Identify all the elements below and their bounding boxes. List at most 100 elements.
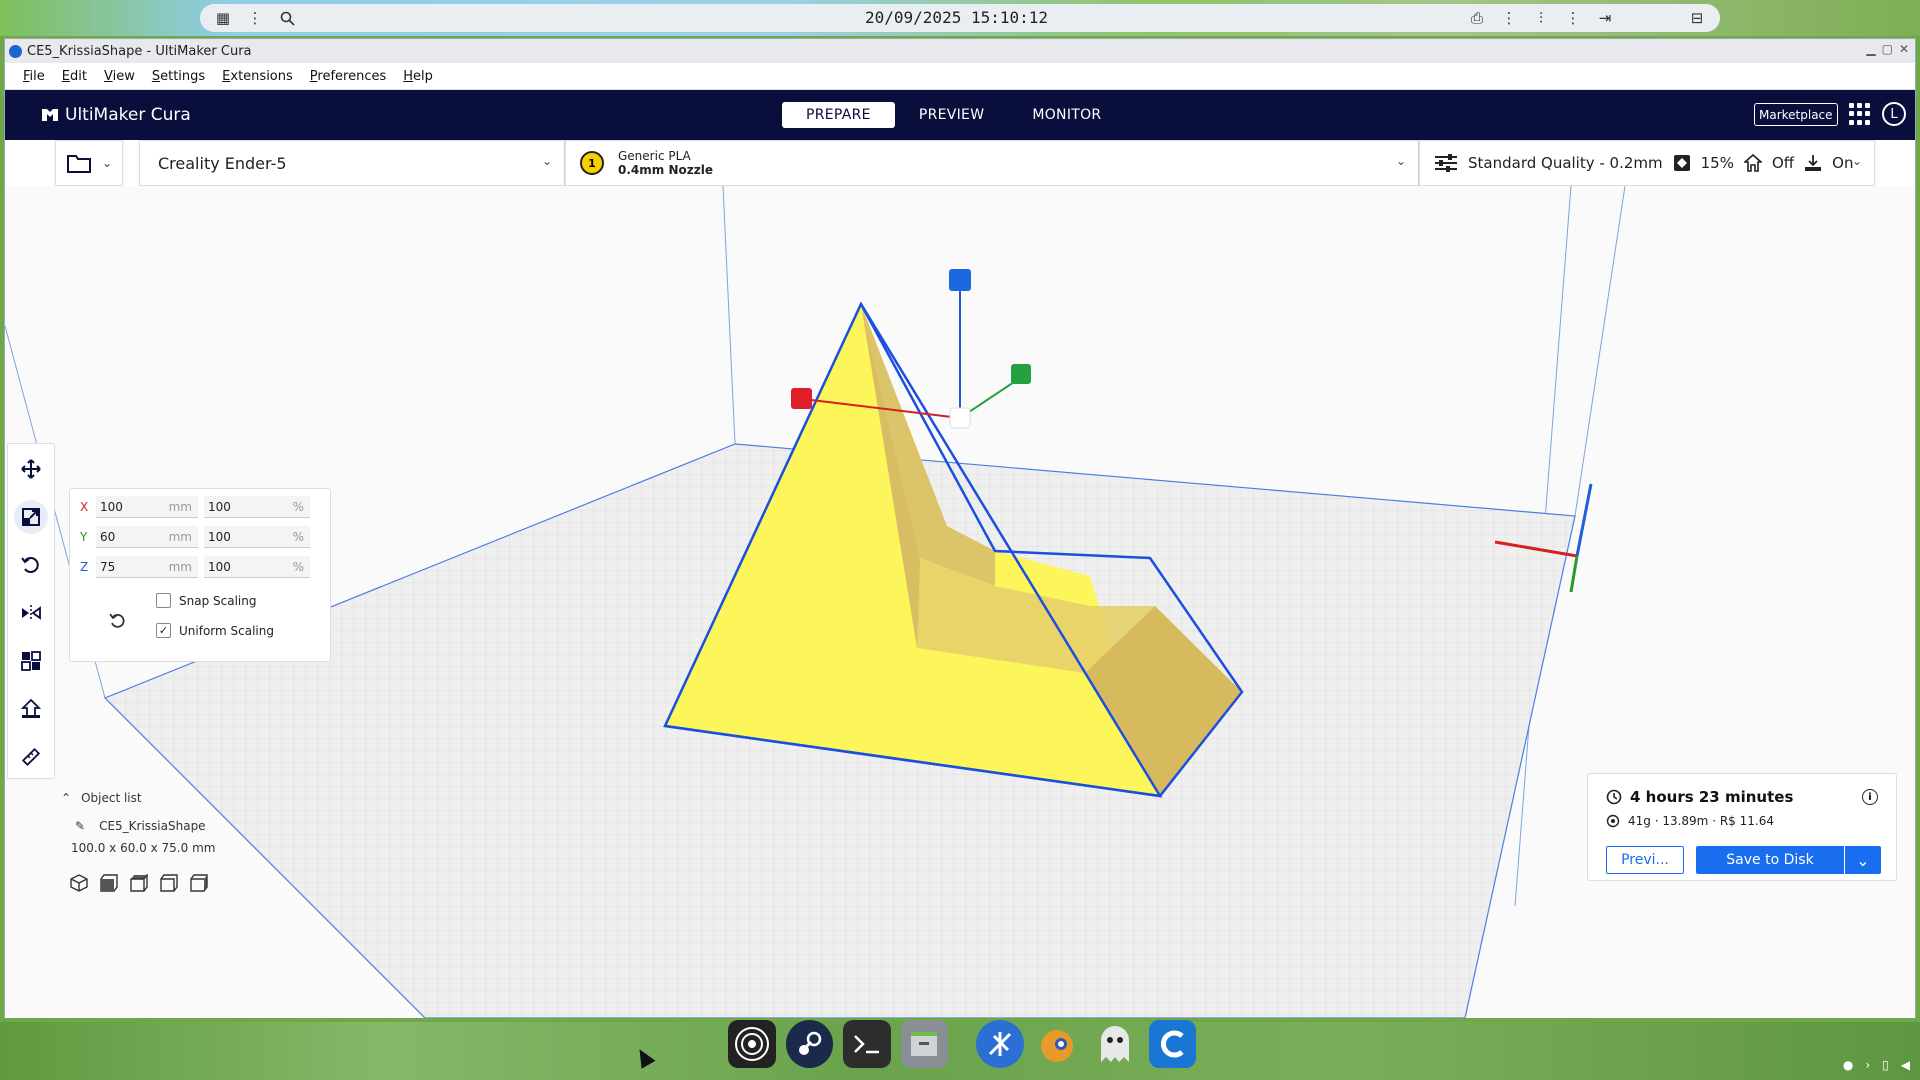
blender-icon[interactable]: [1034, 1020, 1082, 1068]
x-scale-handle[interactable]: [791, 388, 812, 409]
y-percent-input[interactable]: 100 %: [204, 526, 310, 548]
print-settings-selector[interactable]: Standard Quality - 0.2mm 15% Off On ⌄: [1419, 140, 1875, 186]
preview-button[interactable]: Previ...: [1606, 846, 1684, 874]
scale-tool[interactable]: [14, 500, 48, 534]
window-titlebar[interactable]: CE5_KrissiaShape - UltiMaker Cura ▁ ▢ ✕: [5, 39, 1915, 63]
axis-label-x: X: [80, 500, 89, 514]
percent-unit: %: [292, 529, 304, 544]
kebab-menu-icon[interactable]: ⋮: [1564, 9, 1582, 27]
terminal-icon[interactable]: [843, 1020, 891, 1068]
tab-prepare[interactable]: PREPARE: [782, 102, 895, 128]
close-icon[interactable]: ✕: [1899, 42, 1909, 56]
search-icon[interactable]: [278, 9, 296, 27]
volume-icon[interactable]: ◀: [1901, 1058, 1910, 1072]
krita-icon[interactable]: [976, 1020, 1024, 1068]
menu-file[interactable]: File: [17, 69, 56, 84]
scale-row-z: Z 75 mm 100 %: [80, 555, 310, 579]
menu-extensions[interactable]: Extensions: [216, 69, 304, 84]
mirror-tool[interactable]: [14, 596, 48, 630]
y-axis-indicator: [1569, 555, 1579, 593]
mirror-icon: [22, 605, 41, 621]
apps-grid-icon[interactable]: [1849, 103, 1871, 125]
clipboard-icon[interactable]: ▯: [1882, 1058, 1889, 1072]
estimated-time: 4 hours 23 minutes: [1606, 788, 1793, 806]
menu-help[interactable]: Help: [397, 69, 444, 84]
x-mm-input[interactable]: 100 mm: [96, 496, 198, 518]
steam-icon[interactable]: [785, 1020, 833, 1068]
ghost-icon[interactable]: [1091, 1020, 1139, 1068]
build-volume-edge: [1574, 186, 1626, 517]
support-blocker-tool[interactable]: [14, 692, 48, 726]
estimated-time-value: 4 hours 23 minutes: [1630, 788, 1794, 806]
menu-view[interactable]: View: [98, 69, 146, 84]
open-file-button[interactable]: ⌄: [55, 140, 123, 186]
support-icon: [1743, 154, 1762, 172]
build-volume-edge: [722, 186, 736, 445]
files-icon[interactable]: [900, 1020, 948, 1068]
obs-icon[interactable]: [728, 1020, 776, 1068]
uniform-scaling-checkbox[interactable]: ✓: [156, 623, 171, 638]
print-action-panel: 4 hours 23 minutes i 41g · 13.89m · R$ 1…: [1587, 773, 1897, 881]
drive-icon[interactable]: ⊟: [1688, 9, 1706, 27]
tab-monitor[interactable]: MONITOR: [1008, 102, 1125, 128]
view-right-button[interactable]: [189, 873, 209, 893]
maximize-icon[interactable]: ▢: [1882, 42, 1893, 56]
cura-icon[interactable]: [1148, 1020, 1196, 1068]
object-list-panel: ⌃ Object list ✎ CE5_KrissiaShape 100.0 x…: [61, 791, 321, 893]
chevron-up-icon: ⌃: [61, 791, 72, 805]
tab-preview[interactable]: PREVIEW: [895, 102, 1009, 128]
object-list-item[interactable]: ✎ CE5_KrissiaShape: [61, 819, 321, 833]
axis-label-y: Y: [80, 530, 88, 544]
save-options-dropdown[interactable]: ⌄: [1845, 846, 1881, 874]
uniform-scaling-option[interactable]: ✓ Uniform Scaling: [156, 623, 274, 638]
snap-scaling-option[interactable]: Snap Scaling: [156, 593, 256, 608]
view-front-button[interactable]: [99, 873, 119, 893]
menu-preferences[interactable]: Preferences: [304, 69, 397, 84]
material-selector[interactable]: 1 Generic PLA 0.4mm Nozzle ⌄: [565, 140, 1419, 186]
logout-icon[interactable]: ⇥: [1596, 9, 1614, 27]
printer-tray-icon[interactable]: ⎙: [1468, 9, 1486, 27]
z-scale-handle[interactable]: [949, 269, 971, 291]
printer-selector[interactable]: Creality Ender-5 ⌄: [139, 140, 565, 186]
chevron-right-icon[interactable]: ›: [1865, 1058, 1870, 1072]
estimated-material: 41g · 13.89m · R$ 11.64: [1606, 814, 1774, 828]
z-mm-input[interactable]: 75 mm: [96, 556, 198, 578]
view-left-button[interactable]: [159, 873, 179, 893]
rotate-tool[interactable]: [14, 548, 48, 582]
y-mm-input[interactable]: 60 mm: [96, 526, 198, 548]
z-mm-value: 75: [100, 559, 116, 574]
move-tool[interactable]: [14, 452, 48, 486]
object-list-toggle[interactable]: ⌃ Object list: [61, 791, 321, 805]
system-top-panel: ▦ ⋮ 20/09/2025 15:10:12 ⎙ ⋮ ⫶ ⋮ ⇥ ⊟: [200, 4, 1720, 32]
system-clock[interactable]: 20/09/2025 15:10:12: [865, 8, 1048, 27]
per-model-settings-icon: [21, 651, 41, 671]
menu-settings[interactable]: Settings: [146, 69, 216, 84]
menu-bar: File Edit View Settings Extensions Prefe…: [5, 63, 1915, 90]
account-avatar[interactable]: L: [1882, 102, 1906, 126]
equalizer-icon[interactable]: ⫶: [1532, 9, 1550, 27]
view-top-button[interactable]: [129, 873, 149, 893]
view-3d-button[interactable]: [69, 873, 89, 893]
app-grid-icon[interactable]: ▦: [214, 9, 232, 27]
save-to-disk-button[interactable]: Save to Disk: [1696, 846, 1844, 874]
y-scale-handle[interactable]: [1011, 364, 1031, 384]
per-model-settings-tool[interactable]: [14, 644, 48, 678]
kebab-menu-icon[interactable]: ⋮: [1500, 9, 1518, 27]
uniform-scaling-label: Uniform Scaling: [179, 623, 274, 638]
uniform-scale-handle[interactable]: [949, 407, 971, 429]
marketplace-button[interactable]: Marketplace: [1754, 103, 1838, 126]
minimize-icon[interactable]: ▁: [1866, 42, 1875, 56]
x-percent-input[interactable]: 100 %: [204, 496, 310, 518]
mm-unit: mm: [168, 559, 192, 574]
kebab-menu-icon[interactable]: ⋮: [246, 9, 264, 27]
profile-name: Standard Quality - 0.2mm: [1468, 154, 1663, 172]
snap-scaling-checkbox[interactable]: [156, 593, 171, 608]
cube-left-icon: [160, 874, 178, 892]
z-percent-input[interactable]: 100 %: [204, 556, 310, 578]
measure-tool[interactable]: [14, 740, 48, 774]
chat-icon[interactable]: ●: [1843, 1058, 1853, 1072]
ultimaker-logo-icon: [42, 109, 58, 121]
menu-edit[interactable]: Edit: [56, 69, 98, 84]
info-icon[interactable]: i: [1862, 789, 1878, 805]
reset-scale-button[interactable]: [106, 609, 130, 633]
